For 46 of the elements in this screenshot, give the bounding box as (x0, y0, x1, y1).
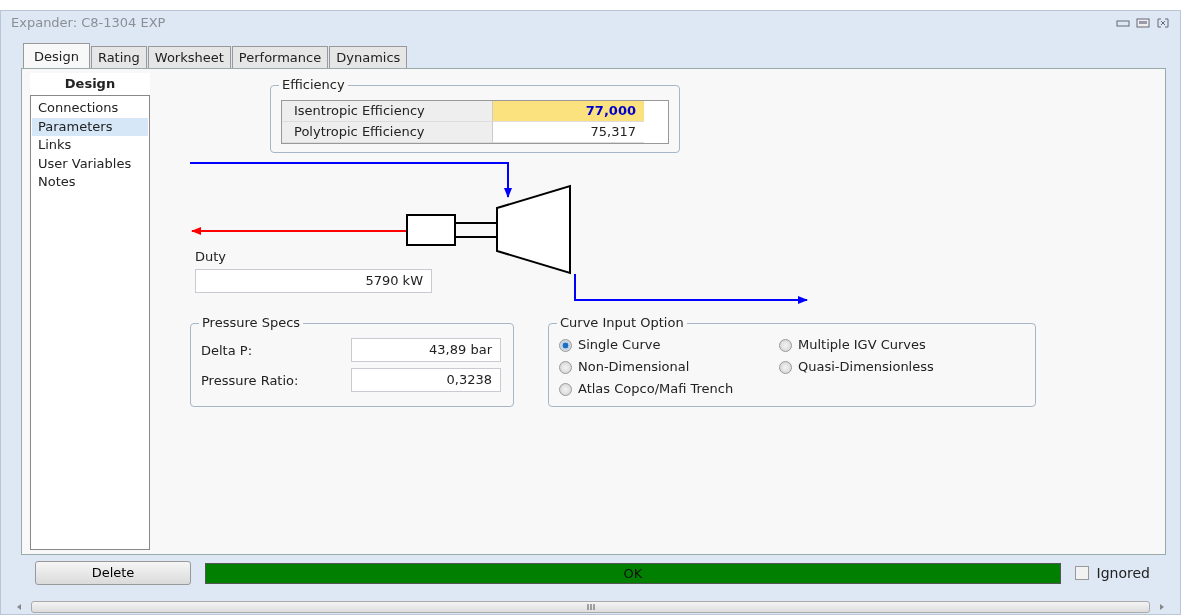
radio-button[interactable] (779, 360, 792, 374)
radio-button[interactable] (559, 338, 572, 352)
tab[interactable]: Rating (90, 45, 147, 69)
sidebar-header: Design (30, 73, 150, 96)
value-cell[interactable]: 77,000 (492, 101, 644, 123)
status-bar: OK (205, 562, 1061, 584)
delete-button[interactable]: Delete (35, 561, 191, 586)
minimize-icon[interactable] (1116, 17, 1130, 28)
radio-label: Non-Dimensional (578, 358, 690, 377)
sidebar-item[interactable]: Parameters (32, 117, 148, 137)
duty-label: Duty (195, 248, 228, 267)
field-label: Delta P: (201, 341, 253, 360)
scroll-left-icon[interactable] (15, 603, 23, 612)
scroll-right-icon[interactable] (1158, 603, 1166, 612)
radio-label: Multiple IGV Curves (798, 336, 926, 355)
radio-label: Single Curve (578, 336, 661, 355)
tab[interactable]: Worksheet (147, 45, 231, 69)
duty-field[interactable]: 5790 kW (195, 269, 432, 294)
tab[interactable]: Design (23, 42, 90, 69)
scrollbar-thumb[interactable] (31, 601, 1150, 614)
table-cell: Polytropic Efficiency (282, 122, 492, 144)
radio-button[interactable] (559, 382, 572, 396)
table-cell: Isentropic Efficiency (282, 101, 492, 123)
group-title: Curve Input Option (557, 315, 687, 332)
window-title: Expander: C8-1304 EXP (11, 14, 167, 33)
radio-label: Atlas Copco/Mafi Trench (578, 380, 734, 399)
input-field[interactable]: 0,3238 (351, 368, 501, 393)
close-icon[interactable] (1156, 17, 1170, 28)
tab[interactable]: Dynamics (329, 45, 408, 69)
maximize-icon[interactable] (1136, 17, 1150, 28)
value-cell[interactable]: 75,317 (492, 122, 644, 144)
sidebar-item[interactable]: Links (32, 136, 148, 155)
checkbox-label: Ignored (1096, 563, 1150, 583)
radio-label: Quasi-Dimensionless (798, 358, 934, 377)
ignored-checkbox[interactable] (1074, 566, 1089, 581)
input-field[interactable]: 43,89 bar (351, 338, 501, 363)
radio-button[interactable] (559, 360, 572, 374)
field-label: Pressure Ratio: (201, 371, 299, 390)
group-title: Pressure Specs (199, 315, 304, 332)
radio-button[interactable] (779, 338, 792, 352)
sidebar-item[interactable]: Connections (32, 99, 148, 118)
grip-icon (585, 604, 596, 611)
tab[interactable]: Performance (231, 45, 329, 69)
sidebar-item[interactable]: Notes (32, 173, 148, 192)
group-title: Efficiency (279, 77, 348, 94)
sidebar-item[interactable]: User Variables (32, 154, 148, 174)
